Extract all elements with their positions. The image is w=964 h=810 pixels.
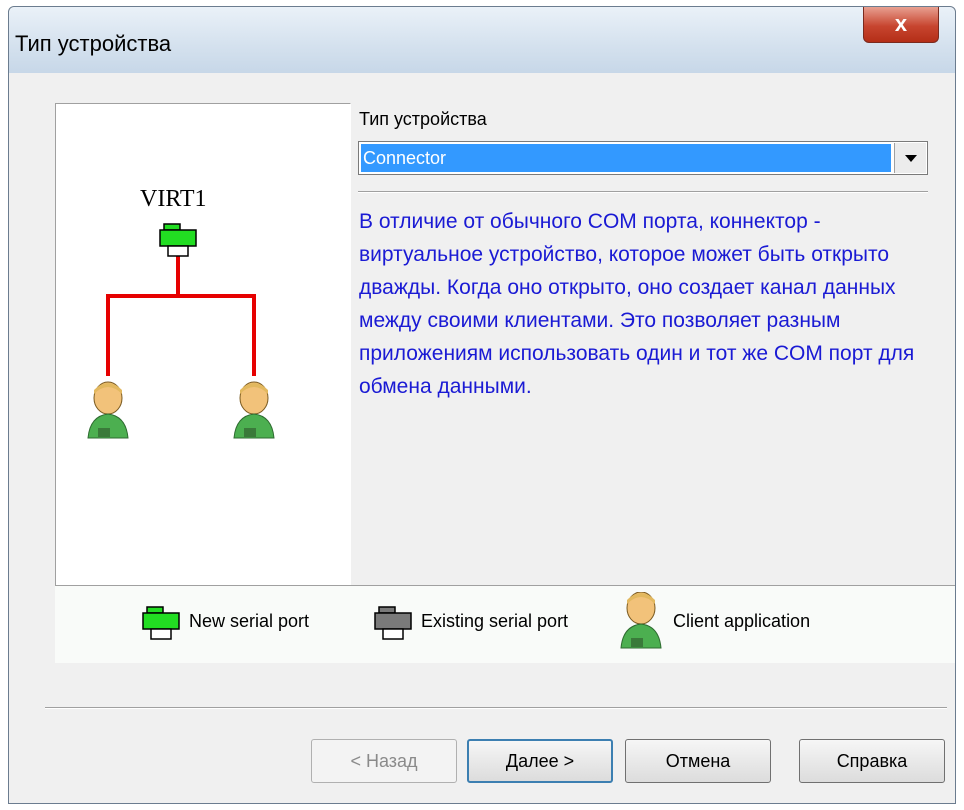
next-button[interactable]: Далее > [467, 739, 613, 783]
device-type-label: Тип устройства [359, 109, 487, 129]
help-button[interactable]: Справка [799, 739, 945, 783]
existing-serial-port-icon [374, 606, 412, 640]
legend-existing-port: Existing serial port [421, 611, 569, 631]
separator [358, 191, 928, 193]
close-button[interactable]: x [863, 7, 939, 43]
dropdown-arrow-icon[interactable] [894, 143, 926, 173]
cancel-button[interactable]: Отмена [625, 739, 771, 783]
window-title: Тип устройства [15, 31, 172, 56]
diagram-graphic [87, 223, 275, 439]
connector-diagram: VIRT1 [55, 103, 351, 595]
legend-new-port: New serial port [189, 611, 310, 631]
device-type-dialog: Тип устройства x VIRT1 Тип устройства Co… [8, 6, 956, 804]
title-bar: Тип устройства x [9, 7, 955, 73]
dialog-body: VIRT1 Тип устройства Connector В отличие… [17, 73, 955, 795]
button-separator [45, 707, 947, 709]
device-description: В отличие от обычного COM порта, коннект… [359, 210, 915, 398]
legend-client-app: Client application [673, 611, 811, 631]
client-application-icon [87, 381, 129, 439]
serial-port-icon [159, 223, 197, 257]
back-button[interactable]: < Назад [311, 739, 457, 783]
device-type-select[interactable]: Connector [358, 141, 928, 175]
client-application-icon [620, 592, 662, 649]
legend: New serial port Existing serial port Cli… [55, 585, 955, 663]
close-icon: x [894, 11, 908, 36]
new-serial-port-icon [142, 606, 180, 640]
client-application-icon [233, 381, 275, 439]
connector-lines [106, 256, 256, 376]
device-type-value: Connector [361, 144, 891, 172]
